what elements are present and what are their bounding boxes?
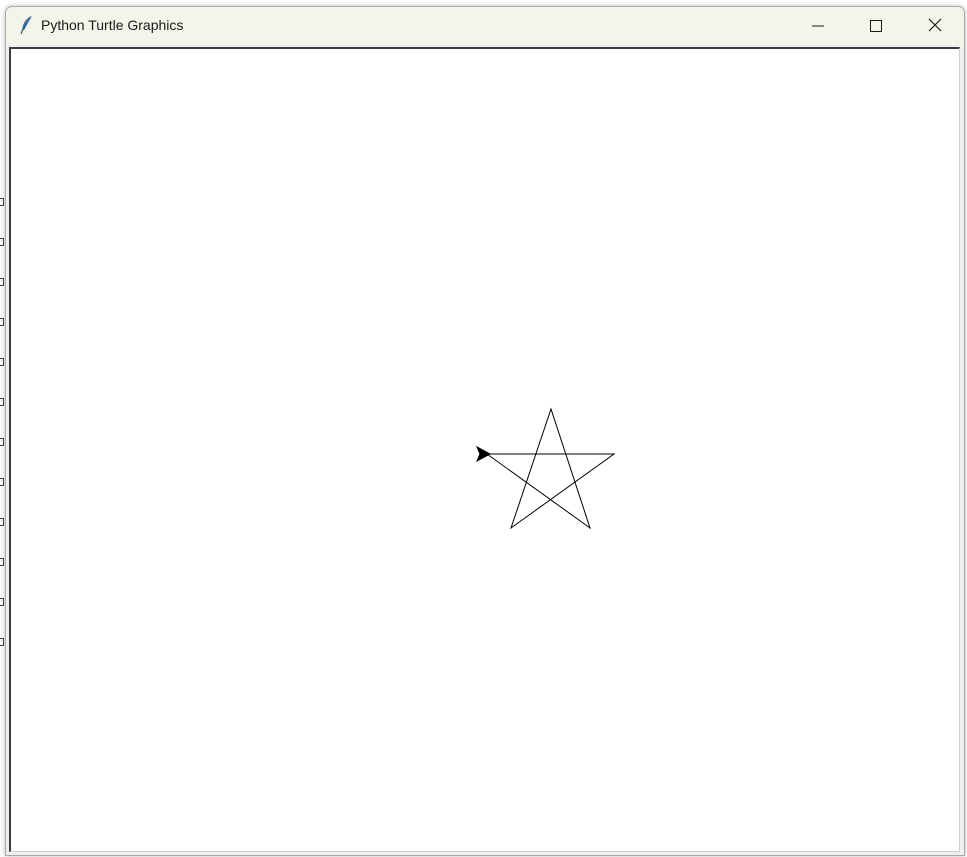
background-mark — [0, 518, 4, 526]
background-mark — [0, 558, 4, 566]
background-mark — [0, 438, 4, 446]
turtle-canvas[interactable] — [11, 49, 959, 851]
canvas-background — [11, 49, 959, 851]
close-icon — [928, 17, 942, 36]
maximize-icon — [870, 17, 882, 36]
turtle-window: Python Turtle Graphics — [5, 6, 965, 856]
background-mark — [0, 318, 4, 326]
background-mark — [0, 278, 4, 286]
turtle-canvas-frame — [9, 47, 960, 852]
background-mark — [0, 358, 4, 366]
minimize-icon — [812, 17, 824, 36]
background-mark — [0, 478, 4, 486]
background-mark — [0, 238, 4, 246]
minimize-button[interactable] — [789, 7, 847, 45]
background-mark — [0, 198, 4, 206]
title-bar[interactable]: Python Turtle Graphics — [6, 7, 964, 45]
background-mark — [0, 638, 4, 646]
background-mark — [0, 598, 4, 606]
close-button[interactable] — [906, 7, 964, 45]
background-mark — [0, 398, 4, 406]
maximize-button[interactable] — [847, 7, 905, 45]
feather-icon — [18, 15, 36, 35]
window-title: Python Turtle Graphics — [41, 17, 184, 33]
